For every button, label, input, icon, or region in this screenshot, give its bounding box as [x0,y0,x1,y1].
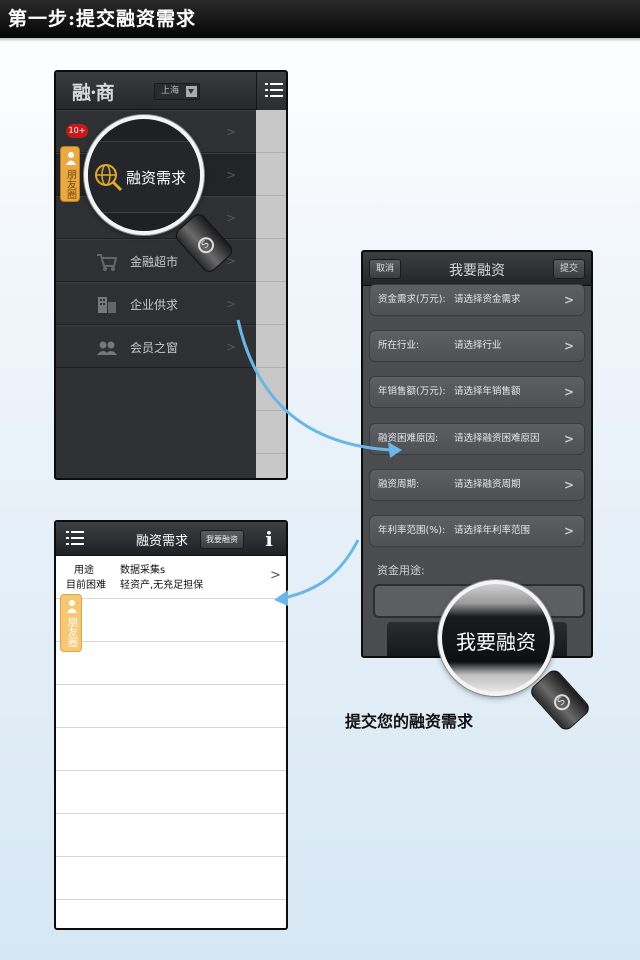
flow-arrows [236,319,402,606]
flow-arrow-head [388,442,402,458]
flow-arrow-to-form [236,319,393,452]
flow-arrow-head [274,590,288,606]
flow-arrow-to-list [283,539,360,600]
